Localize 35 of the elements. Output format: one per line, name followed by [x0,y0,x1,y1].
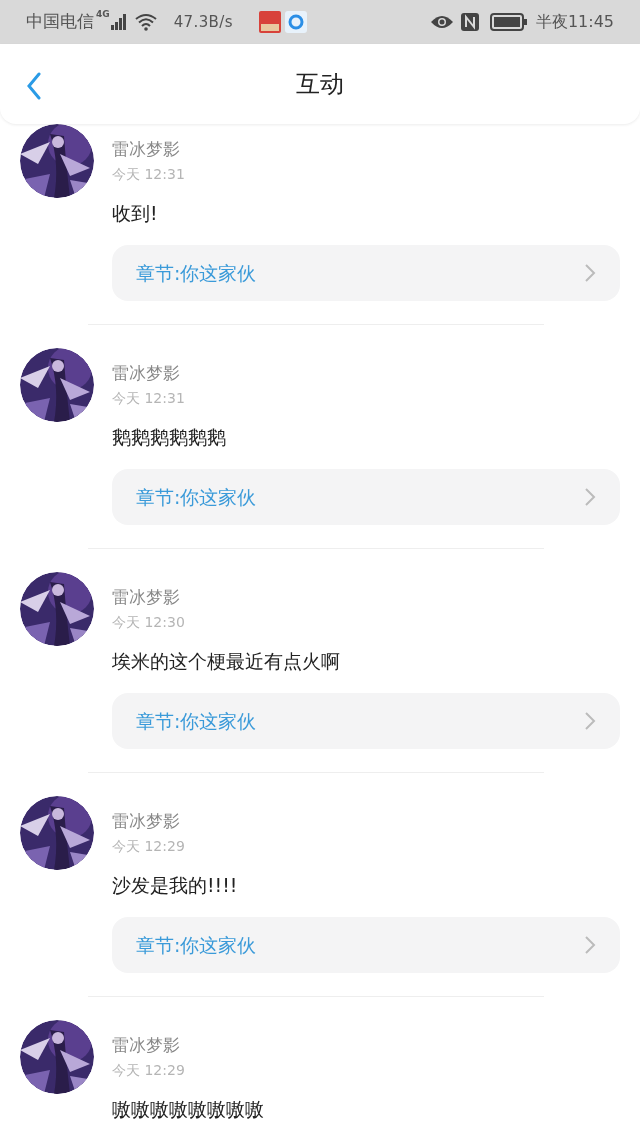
comment-time: 今天 12:31 [112,165,185,184]
comment-text: 鹅鹅鹅鹅鹅鹅 [112,425,226,450]
wifi-icon [133,13,158,31]
carrier-name: 中国电信 [26,10,94,34]
comment-time: 今天 12:30 [112,613,185,632]
page-title: 互动 [296,69,344,100]
user-name: 雷冰梦影 [112,138,180,161]
app-icon [258,11,281,33]
network-speed: 47.3B/s [173,11,233,33]
comment-time: 今天 12:31 [112,389,185,408]
user-name: 雷冰梦影 [112,586,180,609]
chevron-right-icon [584,935,596,955]
comment-time: 今天 12:29 [112,1061,185,1080]
battery-icon [489,12,528,32]
user-name: 雷冰梦影 [112,1034,180,1057]
comment-time: 今天 12:29 [112,837,185,856]
signal-icon [109,13,128,31]
comment-text: 埃米的这个梗最近有点火啊 [112,649,340,674]
comment-text: 收到! [112,201,158,226]
chapter-link[interactable]: 章节:你这家伙 [112,245,620,301]
user-name: 雷冰梦影 [112,810,180,833]
browser-icon [284,11,307,33]
eye-icon [429,14,454,30]
chevron-right-icon [584,487,596,507]
comment-text: 嗷嗷嗷嗷嗷嗷嗷嗷 [112,1097,264,1122]
network-type: 4G [96,8,110,21]
nfc-icon [459,12,480,32]
chapter-link[interactable]: 章节:你这家伙 [112,917,620,973]
chapter-link[interactable]: 章节:你这家伙 [112,693,620,749]
user-name: 雷冰梦影 [112,362,180,385]
comment-text: 沙发是我的!!!! [112,873,238,898]
status-time: 半夜11:45 [535,11,614,33]
chevron-right-icon [584,711,596,731]
chapter-link[interactable]: 章节:你这家伙 [112,469,620,525]
chevron-right-icon [584,263,596,283]
